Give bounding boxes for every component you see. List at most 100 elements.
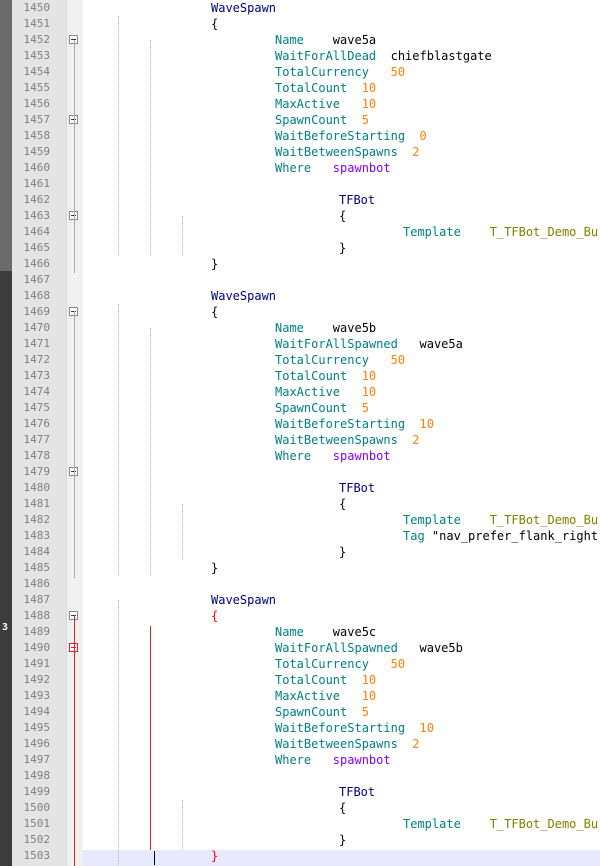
code-token: 10 <box>340 97 377 111</box>
code-token: Tag <box>403 529 432 543</box>
code-lines[interactable]: 1450 WaveSpawn 1451 {1452 Name wave5a 1453 Wai… <box>0 0 600 866</box>
code-line[interactable]: 1469 { <box>0 304 600 320</box>
code-text: } <box>339 832 346 848</box>
code-line[interactable]: 1476 WaitBeforeStarting 10 <box>0 416 600 432</box>
code-line[interactable]: 1455 TotalCount 10 <box>0 80 600 96</box>
code-line[interactable]: 1453 WaitForAllDead chiefblastgate <box>0 48 600 64</box>
code-line[interactable]: 1481 { <box>0 496 600 512</box>
code-text: TotalCurrency 50 <box>275 352 405 368</box>
code-text: { <box>339 208 346 224</box>
code-line[interactable]: 1456 MaxActive 10 <box>0 96 600 112</box>
code-line[interactable]: 1467 <box>0 272 600 288</box>
code-text: Name wave5a <box>275 32 376 48</box>
code-token: 50 <box>368 65 406 79</box>
code-token: wave5a <box>303 33 377 47</box>
code-line[interactable]: 1483 Tag "nav_prefer_flank_right" <box>0 528 600 544</box>
code-token: 50 <box>368 657 406 671</box>
code-token: Template <box>403 513 461 527</box>
code-line[interactable]: 1485} <box>0 560 600 576</box>
code-line[interactable]: 1497 Where spawnbot <box>0 752 600 768</box>
code-token: WaitForAllSpawned <box>275 641 398 655</box>
code-line[interactable]: 1501 Template T_TFBot_Demo_Burst <box>0 816 600 832</box>
code-line[interactable]: 1486 <box>0 576 600 592</box>
code-line[interactable]: 1473 TotalCount 10 <box>0 368 600 384</box>
line-number: 1455 <box>23 81 51 94</box>
line-number: 1470 <box>23 321 51 334</box>
line-number: 1465 <box>23 241 51 254</box>
code-line[interactable]: 1451 { <box>0 16 600 32</box>
code-token: Where <box>275 449 312 463</box>
code-text: TFBot <box>339 784 375 800</box>
code-token: T_TFBot_Demo_Burst <box>489 817 600 831</box>
line-number: 1476 <box>23 417 51 430</box>
code-token: WaveSpawn <box>211 1 277 15</box>
line-number: 1459 <box>23 145 51 158</box>
code-line[interactable]: 1466} <box>0 256 600 272</box>
line-number: 1464 <box>23 225 51 238</box>
code-line[interactable]: 1502} <box>0 832 600 848</box>
line-number: 1467 <box>23 273 51 286</box>
code-line[interactable]: 1475 SpawnCount 5 <box>0 400 600 416</box>
code-line[interactable]: 1462 TFBot <box>0 192 600 208</box>
code-line[interactable]: 1478 Where spawnbot <box>0 448 600 464</box>
code-line[interactable]: 1488 { <box>0 608 600 624</box>
code-token: { <box>339 497 347 511</box>
code-line[interactable]: 1471 WaitForAllSpawned wave5a <box>0 336 600 352</box>
code-line[interactable]: 1490 WaitForAllSpawned wave5b <box>0 640 600 656</box>
code-line[interactable]: 1492 TotalCount 10 <box>0 672 600 688</box>
code-token: spawnbot <box>311 753 391 767</box>
line-number: 1471 <box>23 337 51 350</box>
code-line[interactable]: 1458 WaitBeforeStarting 0 <box>0 128 600 144</box>
code-text: { <box>339 800 346 816</box>
code-text: WaveSpawn <box>211 288 276 304</box>
code-line[interactable]: 1487 WaveSpawn <box>0 592 600 608</box>
code-editor[interactable]: 3 1450 WaveSpawn 1451{1452 Name wave5a 1453 W… <box>0 0 600 866</box>
code-line[interactable]: 1493 MaxActive 10 <box>0 688 600 704</box>
line-number: 1474 <box>23 385 51 398</box>
line-number: 1495 <box>23 721 51 734</box>
code-line[interactable]: 1499 TFBot <box>0 784 600 800</box>
code-line[interactable]: 1465} <box>0 240 600 256</box>
code-line[interactable]: 1494 SpawnCount 5 <box>0 704 600 720</box>
line-number: 1498 <box>23 769 51 782</box>
code-token: Template <box>403 817 461 831</box>
indent-guide <box>118 600 119 866</box>
code-line[interactable]: 1472 TotalCurrency 50 <box>0 352 600 368</box>
code-line[interactable]: 1491 TotalCurrency 50 <box>0 656 600 672</box>
code-line[interactable]: 1457 SpawnCount 5 <box>0 112 600 128</box>
code-line[interactable]: 1468 WaveSpawn <box>0 288 600 304</box>
code-token: wave5c <box>303 625 377 639</box>
code-line[interactable]: 1474 MaxActive 10 <box>0 384 600 400</box>
code-text: TotalCount 10 <box>275 368 376 384</box>
code-line[interactable]: 1452 Name wave5a <box>0 32 600 48</box>
code-line[interactable]: 1484} <box>0 544 600 560</box>
code-line[interactable]: 1459 WaitBetweenSpawns 2 <box>0 144 600 160</box>
code-line[interactable]: 1495 WaitBeforeStarting 10 <box>0 720 600 736</box>
code-line[interactable]: 1500 { <box>0 800 600 816</box>
code-line[interactable]: 1450 WaveSpawn <box>0 0 600 16</box>
code-line[interactable]: 1479 <box>0 464 600 480</box>
code-token: { <box>339 209 347 223</box>
code-text: WaveSpawn <box>211 592 276 608</box>
fold-range-line <box>74 311 75 578</box>
code-line[interactable]: 1454 TotalCurrency 50 <box>0 64 600 80</box>
code-line[interactable]: 1498 <box>0 768 600 784</box>
line-number: 1490 <box>23 641 51 654</box>
code-line[interactable]: 1489 Name wave5c <box>0 624 600 640</box>
code-line[interactable]: 1461 <box>0 176 600 192</box>
code-line[interactable]: 1482 Template T_TFBot_Demo_Burst <box>0 512 600 528</box>
code-token: WaitBetweenSpawns <box>275 145 398 159</box>
line-number: 1456 <box>23 97 51 110</box>
code-line[interactable]: 1470 Name wave5b <box>0 320 600 336</box>
code-line[interactable]: 1477 WaitBetweenSpawns 2 <box>0 432 600 448</box>
line-number: 1487 <box>23 593 51 606</box>
code-line[interactable]: 1480 TFBot <box>0 480 600 496</box>
code-line[interactable]: 1463 { <box>0 208 600 224</box>
code-line[interactable]: 1503} <box>0 848 600 864</box>
code-line[interactable]: 1464 Template T_TFBot_Demo_Burst <box>0 224 600 240</box>
line-number: 1463 <box>23 209 51 222</box>
code-line[interactable]: 1460 Where spawnbot <box>0 160 600 176</box>
code-token: 10 <box>405 417 434 431</box>
code-text: TotalCount 10 <box>275 80 376 96</box>
code-line[interactable]: 1496 WaitBetweenSpawns 2 <box>0 736 600 752</box>
